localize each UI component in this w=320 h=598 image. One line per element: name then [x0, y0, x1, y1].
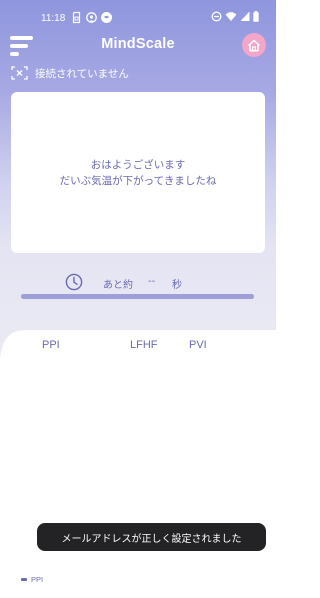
timer-progress-bar: [21, 294, 254, 299]
toast-message: メールアドレスが正しく設定されました: [37, 523, 266, 551]
timer-progress-fill: [21, 294, 254, 299]
battery-icon: [253, 11, 259, 22]
home-button[interactable]: [242, 33, 266, 57]
app-notification-icon: [101, 12, 112, 23]
status-bar: 11:18: [0, 0, 276, 38]
legend-label: PPI: [31, 575, 44, 584]
disconnected-icon: [11, 66, 28, 80]
timer-unit: 秒: [172, 280, 182, 291]
chart-legend: PPI: [21, 575, 43, 584]
timer-prefix: あと約: [103, 280, 133, 291]
message-card: おはようございます だいぶ気温が下がってきましたね: [11, 92, 265, 253]
message-text: だいぶ気温が下がってきましたね: [59, 174, 217, 187]
timer-value: --: [148, 276, 156, 287]
toast-text: メールアドレスが正しく設定されました: [61, 533, 242, 545]
metric-pvi: PVI: [189, 339, 207, 351]
status-time: 11:18: [41, 13, 66, 24]
metric-ppi: PPI: [42, 339, 60, 351]
do-not-disturb-icon: [211, 11, 222, 22]
greeting-text: おはようございます: [90, 158, 186, 171]
clock-icon: [65, 273, 83, 291]
app-title: MindScale: [101, 36, 175, 52]
metric-lfhf: LFHF: [130, 339, 158, 351]
sim-card-icon: [72, 11, 81, 24]
timer-row: あと約 -- 秒: [0, 273, 276, 293]
home-icon: [247, 39, 261, 52]
location-pin-icon: [86, 12, 97, 23]
cell-signal-icon: [240, 11, 250, 21]
connection-status-text: 接続されていません: [35, 67, 129, 80]
connection-status: 接続されていません: [11, 65, 129, 81]
legend-swatch: [21, 578, 27, 581]
wifi-icon: [225, 12, 237, 21]
